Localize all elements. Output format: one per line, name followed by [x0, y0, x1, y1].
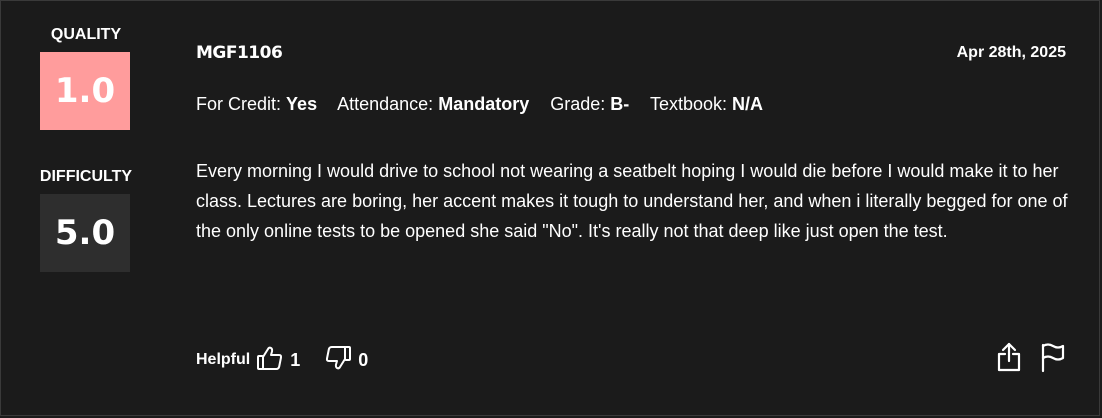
thumbs-down-icon [324, 344, 352, 377]
review-meta: For Credit: Yes Attendance: Mandatory Gr… [196, 94, 779, 115]
course-code: MGF1106 [196, 43, 283, 63]
difficulty-score: 5.0 [40, 194, 130, 272]
meta-value: Mandatory [438, 94, 530, 114]
thumbs-up-icon [256, 344, 284, 377]
review-actions [979, 341, 1067, 373]
meta-attendance: Attendance: Mandatory [337, 94, 529, 114]
flag-icon[interactable] [1039, 341, 1067, 373]
review-date: Apr 28th, 2025 [956, 44, 1066, 61]
meta-label: Attendance: [337, 94, 434, 114]
meta-label: For Credit: [196, 94, 282, 114]
thumbs-up-count: 1 [290, 349, 301, 370]
meta-grade: Grade: B- [550, 94, 629, 114]
review-footer: Helpful 1 0 [196, 343, 392, 377]
difficulty-label: DIFFICULTY [39, 168, 133, 185]
thumbs-down-button[interactable]: 0 [324, 344, 368, 377]
meta-value: Yes [286, 94, 318, 114]
quality-label: QUALITY [50, 26, 122, 43]
meta-label: Grade: [550, 94, 606, 114]
thumbs-up-button[interactable]: 1 [256, 344, 300, 377]
meta-for-credit: For Credit: Yes [196, 94, 317, 114]
review-card: QUALITY 1.0 DIFFICULTY 5.0 MGF1106 Apr 2… [0, 0, 1100, 416]
review-comment: Every morning I would drive to school no… [196, 161, 1068, 241]
meta-value: B- [610, 94, 630, 114]
meta-value: N/A [732, 94, 764, 114]
share-icon[interactable] [995, 341, 1023, 373]
meta-textbook: Textbook: N/A [650, 94, 763, 114]
helpful-label: Helpful [196, 351, 251, 368]
thumbs-down-count: 0 [358, 349, 369, 370]
meta-label: Textbook: [649, 94, 728, 114]
quality-score: 1.0 [40, 52, 130, 130]
